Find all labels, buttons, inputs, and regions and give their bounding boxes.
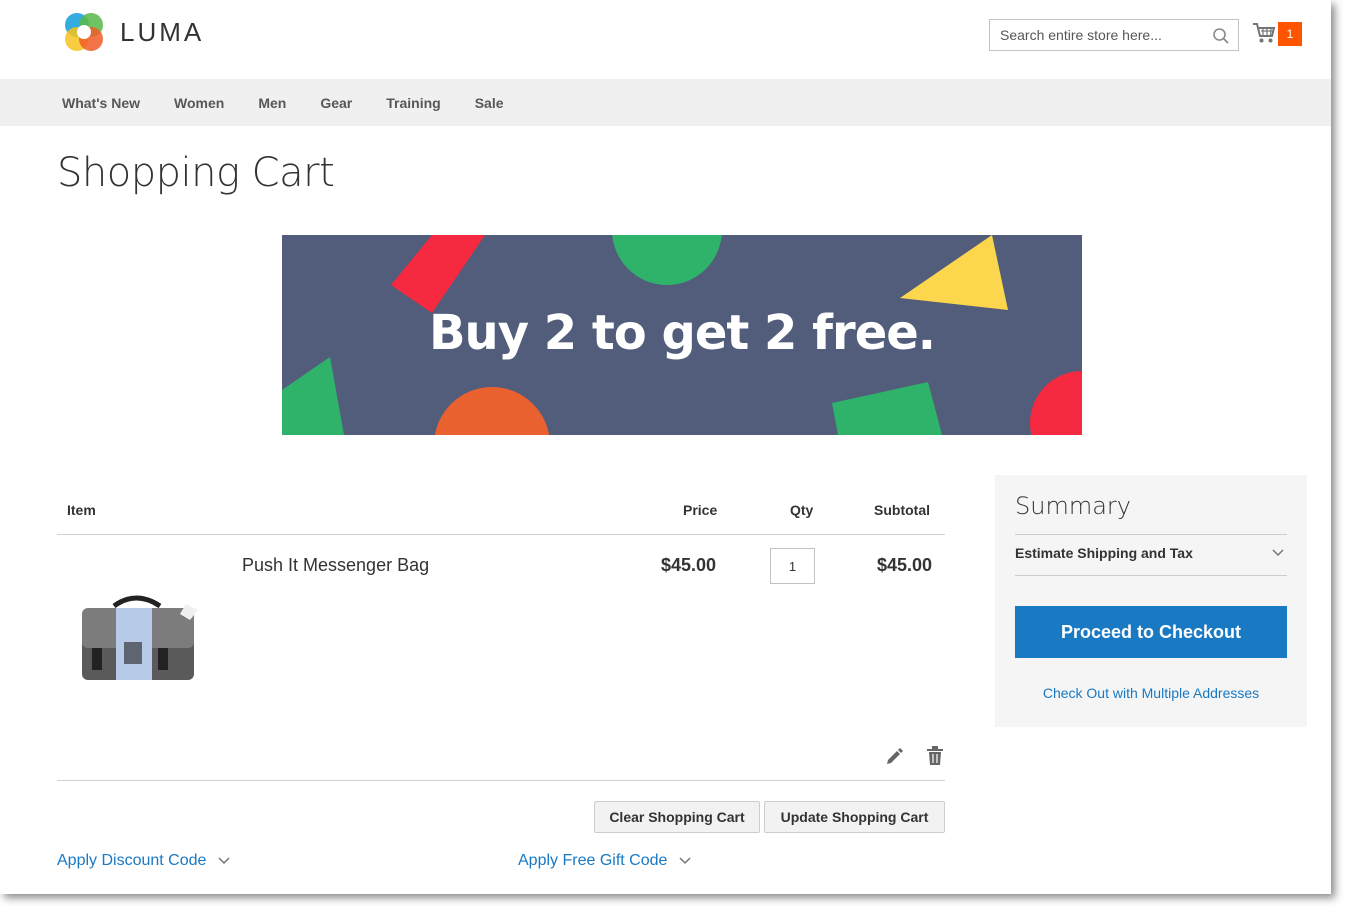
column-header-qty: Qty: [790, 502, 814, 518]
nav-item-whats-new[interactable]: What's New: [62, 95, 140, 111]
qty-input[interactable]: [770, 548, 815, 584]
logo[interactable]: LUMA: [62, 10, 204, 54]
chevron-down-icon: [218, 857, 230, 865]
nav-item-training[interactable]: Training: [386, 95, 440, 111]
column-header-price: Price: [683, 502, 718, 518]
product-image[interactable]: [74, 592, 204, 687]
clear-cart-button[interactable]: Clear Shopping Cart: [594, 801, 760, 833]
luma-logo-icon: [65, 13, 103, 51]
shopping-cart-icon: [1253, 23, 1276, 43]
page: LUMA 1 What's New Women: [0, 0, 1331, 894]
estimate-shipping-toggle[interactable]: Estimate Shipping and Tax: [1015, 545, 1287, 561]
search-box: [989, 19, 1239, 51]
table-divider: [57, 534, 945, 535]
apply-gift-code-toggle[interactable]: Apply Free Gift Code: [518, 852, 691, 870]
nav-item-sale[interactable]: Sale: [475, 95, 504, 111]
header: LUMA 1: [0, 0, 1331, 79]
search-input[interactable]: [990, 20, 1210, 50]
minicart[interactable]: 1: [1252, 20, 1304, 48]
proceed-to-checkout-button[interactable]: Proceed to Checkout: [1015, 606, 1287, 658]
item-subtotal: $45.00: [877, 555, 933, 575]
summary-divider: [1015, 534, 1287, 535]
nav-item-gear[interactable]: Gear: [320, 95, 352, 111]
estimate-shipping-label: Estimate Shipping and Tax: [1015, 545, 1193, 561]
edit-pencil-icon[interactable]: [885, 747, 903, 765]
nav-item-women[interactable]: Women: [174, 95, 224, 111]
apply-discount-label: Apply Discount Code: [57, 852, 207, 869]
trash-icon[interactable]: [927, 746, 943, 765]
update-cart-button[interactable]: Update Shopping Cart: [764, 801, 945, 833]
chevron-down-icon: [679, 857, 691, 865]
page-title: Shopping Cart: [57, 150, 335, 196]
summary-divider: [1015, 575, 1287, 576]
table-divider-bottom: [57, 780, 945, 781]
apply-gift-code-label: Apply Free Gift Code: [518, 852, 668, 869]
search-icon[interactable]: [1212, 27, 1230, 45]
column-header-subtotal: Subtotal: [874, 502, 930, 518]
main-navigation: What's New Women Men Gear Training Sale: [0, 79, 1331, 126]
chevron-down-icon: [1272, 549, 1284, 557]
promo-banner[interactable]: Buy 2 to get 2 free.: [282, 235, 1082, 435]
column-header-item: Item: [67, 502, 96, 518]
multiple-addresses-link[interactable]: Check Out with Multiple Addresses: [995, 685, 1307, 701]
banner-headline: Buy 2 to get 2 free.: [428, 305, 936, 361]
cart-count-badge: 1: [1278, 22, 1302, 46]
logo-text: LUMA: [120, 16, 205, 47]
apply-discount-toggle[interactable]: Apply Discount Code: [57, 852, 230, 870]
item-price: $45.00: [661, 555, 717, 575]
summary-title: Summary: [1015, 492, 1131, 520]
order-summary: Summary Estimate Shipping and Tax Procee…: [995, 475, 1307, 727]
product-name-link[interactable]: Push It Messenger Bag: [242, 555, 429, 576]
nav-item-men[interactable]: Men: [258, 95, 286, 111]
